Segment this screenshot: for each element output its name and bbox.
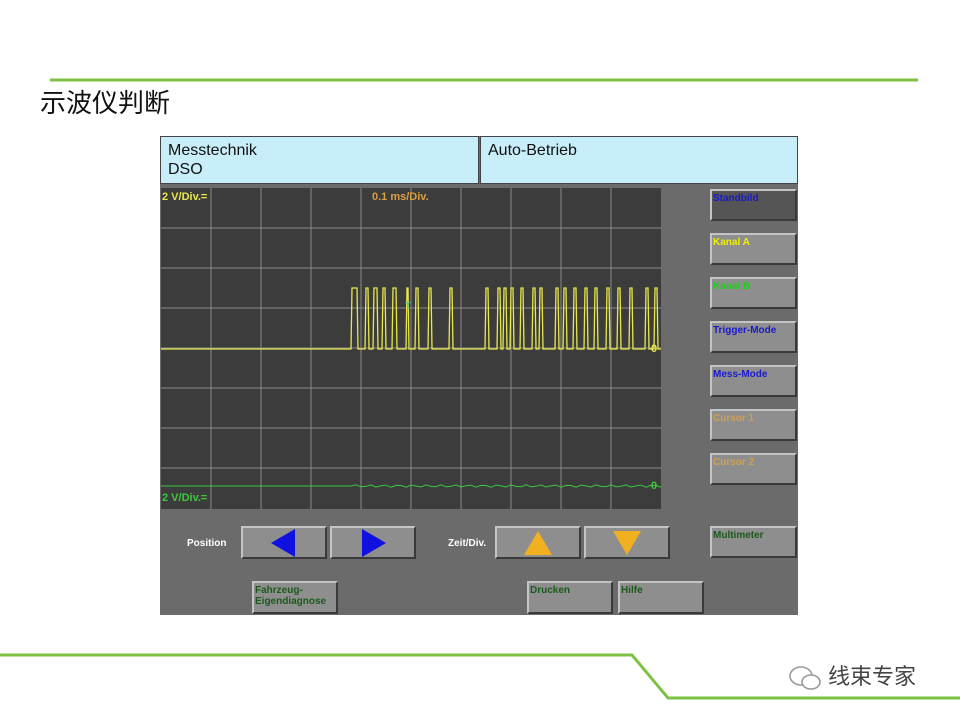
cursor-1-button[interactable]: Cursor 1 (710, 409, 797, 441)
hilfe-button[interactable]: Hilfe (618, 581, 704, 614)
button-label: Multimeter (713, 530, 764, 541)
mode-line2: DSO (168, 161, 203, 178)
kanal-b-button[interactable]: Kanal B (710, 277, 797, 309)
ch-b-scale: 2 V/Div.= (162, 492, 208, 504)
zeit-div-label: Zeit/Div. (448, 538, 487, 549)
mode-line1: Messtechnik (168, 142, 257, 159)
wechat-icon (789, 666, 821, 690)
ch-b-zero-marker: 0 (651, 480, 658, 492)
watermark-text: 线束专家 (828, 665, 917, 690)
kanal-a-button[interactable]: Kanal A (710, 233, 797, 265)
standbild-button[interactable]: Standbild (710, 189, 797, 221)
arrow-right-icon (362, 528, 386, 557)
scope-grid (161, 188, 661, 509)
position-left-button[interactable] (241, 526, 327, 559)
ch-a-scale: 2 V/Div.= (162, 191, 208, 203)
ch-a-zero-marker: 0 (651, 343, 658, 355)
trigger-marker: T (405, 301, 412, 312)
trigger-mode-button[interactable]: Trigger-Mode (710, 321, 797, 353)
button-label: Mess-Mode (713, 369, 768, 380)
slide: 示波仪判断 Messtechnik DSO Auto-Betrieb 2 V/D… (0, 0, 960, 720)
oscilloscope-screen: Messtechnik DSO Auto-Betrieb 2 V/Div.= 0… (160, 136, 798, 615)
button-label: Cursor 2 (713, 457, 755, 468)
cursor-2-button[interactable]: Cursor 2 (710, 453, 797, 485)
button-label: Kanal A (713, 237, 750, 248)
watermark: 线束专家 (788, 664, 916, 692)
mess-mode-button[interactable]: Mess-Mode (710, 365, 797, 397)
button-label: Kanal B (713, 281, 751, 292)
page-title: 示波仪判断 (40, 89, 171, 119)
status-box: Auto-Betrieb (480, 136, 798, 184)
mode-box: Messtechnik DSO (160, 136, 479, 184)
drucken-button[interactable]: Drucken (527, 581, 613, 614)
arrow-down-icon (613, 530, 641, 555)
time-scale: 0.1 ms/Div. (372, 191, 429, 203)
status-text: Auto-Betrieb (488, 142, 577, 159)
position-label: Position (187, 538, 227, 549)
arrow-up-icon (524, 530, 552, 555)
multimeter-button[interactable]: Multimeter (710, 526, 797, 558)
position-right-button[interactable] (330, 526, 416, 559)
button-label: Standbild (713, 193, 759, 204)
zeit-up-button[interactable] (495, 526, 581, 559)
zeit-down-button[interactable] (584, 526, 670, 559)
button-label: Cursor 1 (713, 413, 755, 424)
arrow-left-icon (271, 528, 295, 557)
button-label: Trigger-Mode (713, 325, 777, 336)
fahrzeug-eigendiagnose-button[interactable]: Fahrzeug- Eigendiagnose (252, 581, 338, 614)
